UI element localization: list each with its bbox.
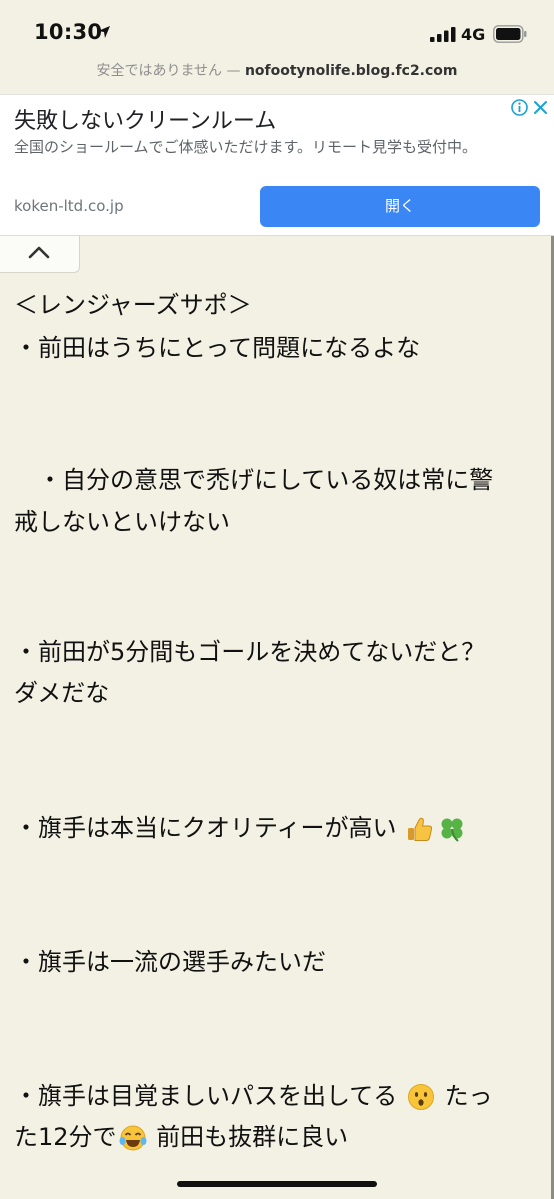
article-line-with-emoji: た12分で 前田も抜群に良い [14, 1120, 534, 1154]
network-type: 4G [461, 25, 486, 44]
article-line: ＜レンジャーズサポ＞ [14, 291, 252, 319]
url-host: nofootynolife.blog.fc2.com [244, 63, 458, 79]
location-arrow-icon [98, 26, 110, 38]
article-line: ・前田が5分間もゴールを決めてないだと？ [14, 638, 486, 666]
thumbs-up-emoji-icon [408, 817, 433, 841]
collapse-ad-button[interactable] [0, 236, 80, 273]
four-leaf-clover-emoji-icon [441, 818, 463, 842]
signal-icon [430, 27, 456, 42]
ad-title[interactable]: 失敗しないクリーンルーム [14, 103, 276, 135]
address-bar[interactable]: 安全ではありません — nofootynolife.blog.fc2.com [0, 58, 554, 94]
chevron-up-icon [28, 246, 50, 259]
article-line: ダメだな [14, 679, 110, 707]
article-line: 戒しないといけない [14, 508, 230, 536]
ad-banner[interactable]: 失敗しないクリーンルーム 全国のショールームでご体感いただけます。リモート見学も… [0, 94, 554, 236]
status-bar: 10:30 4G [0, 0, 554, 58]
status-time: 10:30 [34, 20, 103, 44]
article-line: ・自分の意思で禿げにしている奴は常に警 [14, 466, 494, 494]
article-line-text: ・旗手は目覚ましいパスを出してる [14, 1082, 398, 1110]
hushed-face-emoji-icon [407, 1084, 434, 1110]
article-line-text: ・旗手は本当にクオリティーが高い [14, 814, 397, 842]
home-indicator[interactable] [177, 1181, 377, 1187]
ad-domain: koken-ltd.co.jp [14, 197, 124, 215]
article-line-text: 前田も抜群に良い [156, 1123, 349, 1151]
ad-open-button[interactable]: 開く [260, 186, 540, 227]
article-line: ・前田はうちにとって問題になるよな [14, 334, 421, 362]
battery-icon [493, 25, 527, 43]
article-line-text: た12分で [14, 1123, 117, 1151]
ad-close-icon[interactable] [533, 100, 548, 115]
insecure-warning: 安全ではありません — [96, 63, 245, 79]
article-line-text: たっ [444, 1082, 493, 1110]
ad-description: 全国のショールームでご体感いただけます。リモート見学も受付中。 [14, 138, 478, 156]
ad-info-icon[interactable] [511, 99, 528, 116]
article-line-with-emoji: ・旗手は目覚ましいパスを出してる たっ [14, 1079, 534, 1113]
article-line: ・旗手は一流の選手みたいだ [14, 948, 326, 976]
tears-of-joy-emoji-icon [119, 1125, 147, 1151]
article-content: ＜レンジャーズサポ＞ ・前田はうちにとって問題になるよな ・自分の意思で禿げにし… [0, 236, 550, 1199]
article-line-with-emoji: ・旗手は本当にクオリティーが高い [14, 811, 534, 845]
